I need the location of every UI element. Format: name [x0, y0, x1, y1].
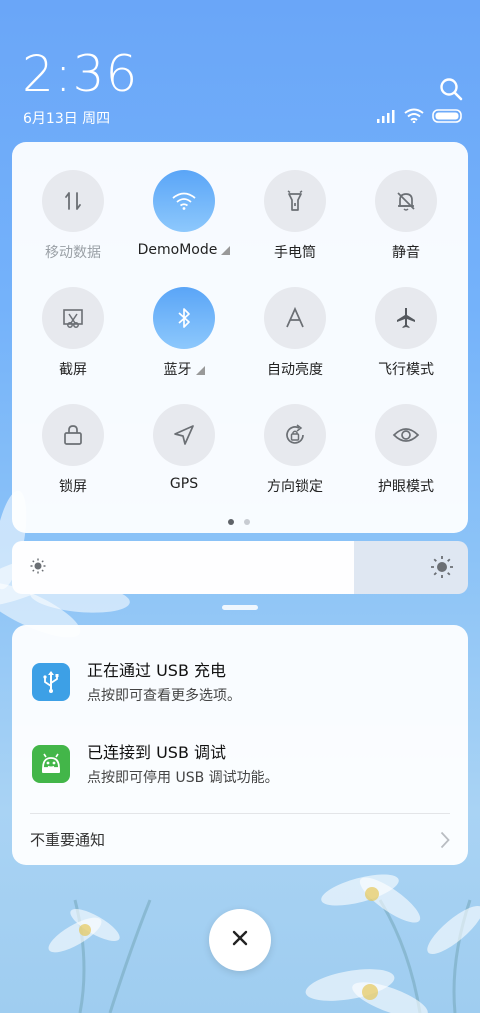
wifi-icon [153, 170, 215, 232]
page-dot-active[interactable] [228, 519, 234, 525]
tile-label: 截屏 [59, 362, 87, 378]
notification-subtitle: 点按即可停用 USB 调试功能。 [87, 770, 279, 786]
bluetooth-label: 蓝牙 [163, 362, 192, 378]
notification-usb-debugging[interactable]: 已连接到 USB 调试 点按即可停用 USB 调试功能。 [12, 737, 468, 797]
brightness-low-icon [30, 558, 46, 578]
date: 6月13日 周四 [23, 111, 111, 127]
expand-triangle-icon[interactable] [195, 366, 205, 375]
screenshot-icon [42, 287, 104, 349]
tile-label: 移动数据 [45, 245, 101, 261]
wifi-network-name: DemoMode [137, 242, 218, 258]
tile-screenshot[interactable]: 截屏 [21, 287, 125, 397]
close-icon [231, 929, 249, 951]
airplane-icon [375, 287, 437, 349]
tile-label: 手电筒 [274, 245, 316, 261]
tile-label: 蓝牙 [132, 359, 236, 379]
notification-subtitle: 点按即可查看更多选项。 [87, 688, 241, 704]
status-bar: 2:36 6月13日 周四 [0, 0, 480, 140]
quick-settings-panel: 移动数据 DemoMode 手电筒 静音 截屏 蓝牙 自动亮度 飞行模式 锁屏 … [12, 142, 468, 533]
notification-title: 正在通过 USB 充电 [87, 661, 227, 680]
tile-label: DemoMode [132, 242, 236, 258]
mobile-data-icon [42, 170, 104, 232]
notification-panel: 正在通过 USB 充电 点按即可查看更多选项。 已连接到 USB 调试 点按即可… [12, 625, 468, 865]
tile-eye-care[interactable]: 护眼模式 [354, 404, 458, 514]
page-indicator [228, 519, 250, 525]
tile-auto-brightness[interactable]: 自动亮度 [243, 287, 347, 397]
tile-rotation-lock[interactable]: 方向锁定 [243, 404, 347, 514]
tile-label: GPS [169, 476, 199, 492]
tile-flashlight[interactable]: 手电筒 [243, 170, 347, 280]
auto-brightness-icon [264, 287, 326, 349]
eye-icon [375, 404, 437, 466]
brightness-slider[interactable] [12, 541, 468, 594]
tile-bluetooth[interactable]: 蓝牙 [132, 287, 236, 397]
search-icon[interactable] [438, 76, 464, 102]
brightness-fill [12, 541, 354, 594]
expand-triangle-icon[interactable] [221, 246, 231, 255]
tile-label: 锁屏 [59, 479, 87, 495]
system-indicators [376, 108, 464, 127]
usb-icon [32, 663, 70, 701]
tile-lock-screen[interactable]: 锁屏 [21, 404, 125, 514]
clock: 2:36 [22, 45, 139, 103]
signal-icon [376, 108, 396, 127]
minor-notifications-link[interactable]: 不重要通知 [30, 829, 105, 850]
close-button[interactable] [209, 909, 271, 971]
drag-handle[interactable] [222, 605, 258, 610]
flashlight-icon [264, 170, 326, 232]
tile-mute[interactable]: 静音 [354, 170, 458, 280]
divider [30, 813, 450, 814]
page-dot[interactable] [244, 519, 250, 525]
brightness-high-icon [430, 555, 454, 583]
mute-bell-icon [375, 170, 437, 232]
tile-wifi[interactable]: DemoMode [132, 170, 236, 280]
gps-icon [153, 404, 215, 466]
chevron-right-icon[interactable] [440, 831, 450, 853]
notification-usb-charging[interactable]: 正在通过 USB 充电 点按即可查看更多选项。 [12, 655, 468, 715]
tile-label: 护眼模式 [378, 479, 434, 495]
bluetooth-icon [153, 287, 215, 349]
lock-icon [42, 404, 104, 466]
tile-mobile-data[interactable]: 移动数据 [21, 170, 125, 280]
battery-icon [432, 108, 464, 127]
tile-label: 飞行模式 [378, 362, 434, 378]
wifi-icon [404, 108, 424, 127]
tile-label: 方向锁定 [267, 479, 323, 495]
tile-airplane-mode[interactable]: 飞行模式 [354, 287, 458, 397]
tile-label: 静音 [392, 245, 420, 261]
notification-title: 已连接到 USB 调试 [87, 743, 227, 762]
tile-gps[interactable]: GPS [132, 404, 236, 514]
tile-label: 自动亮度 [267, 362, 323, 378]
rotation-lock-icon [264, 404, 326, 466]
android-debug-icon [32, 745, 70, 783]
